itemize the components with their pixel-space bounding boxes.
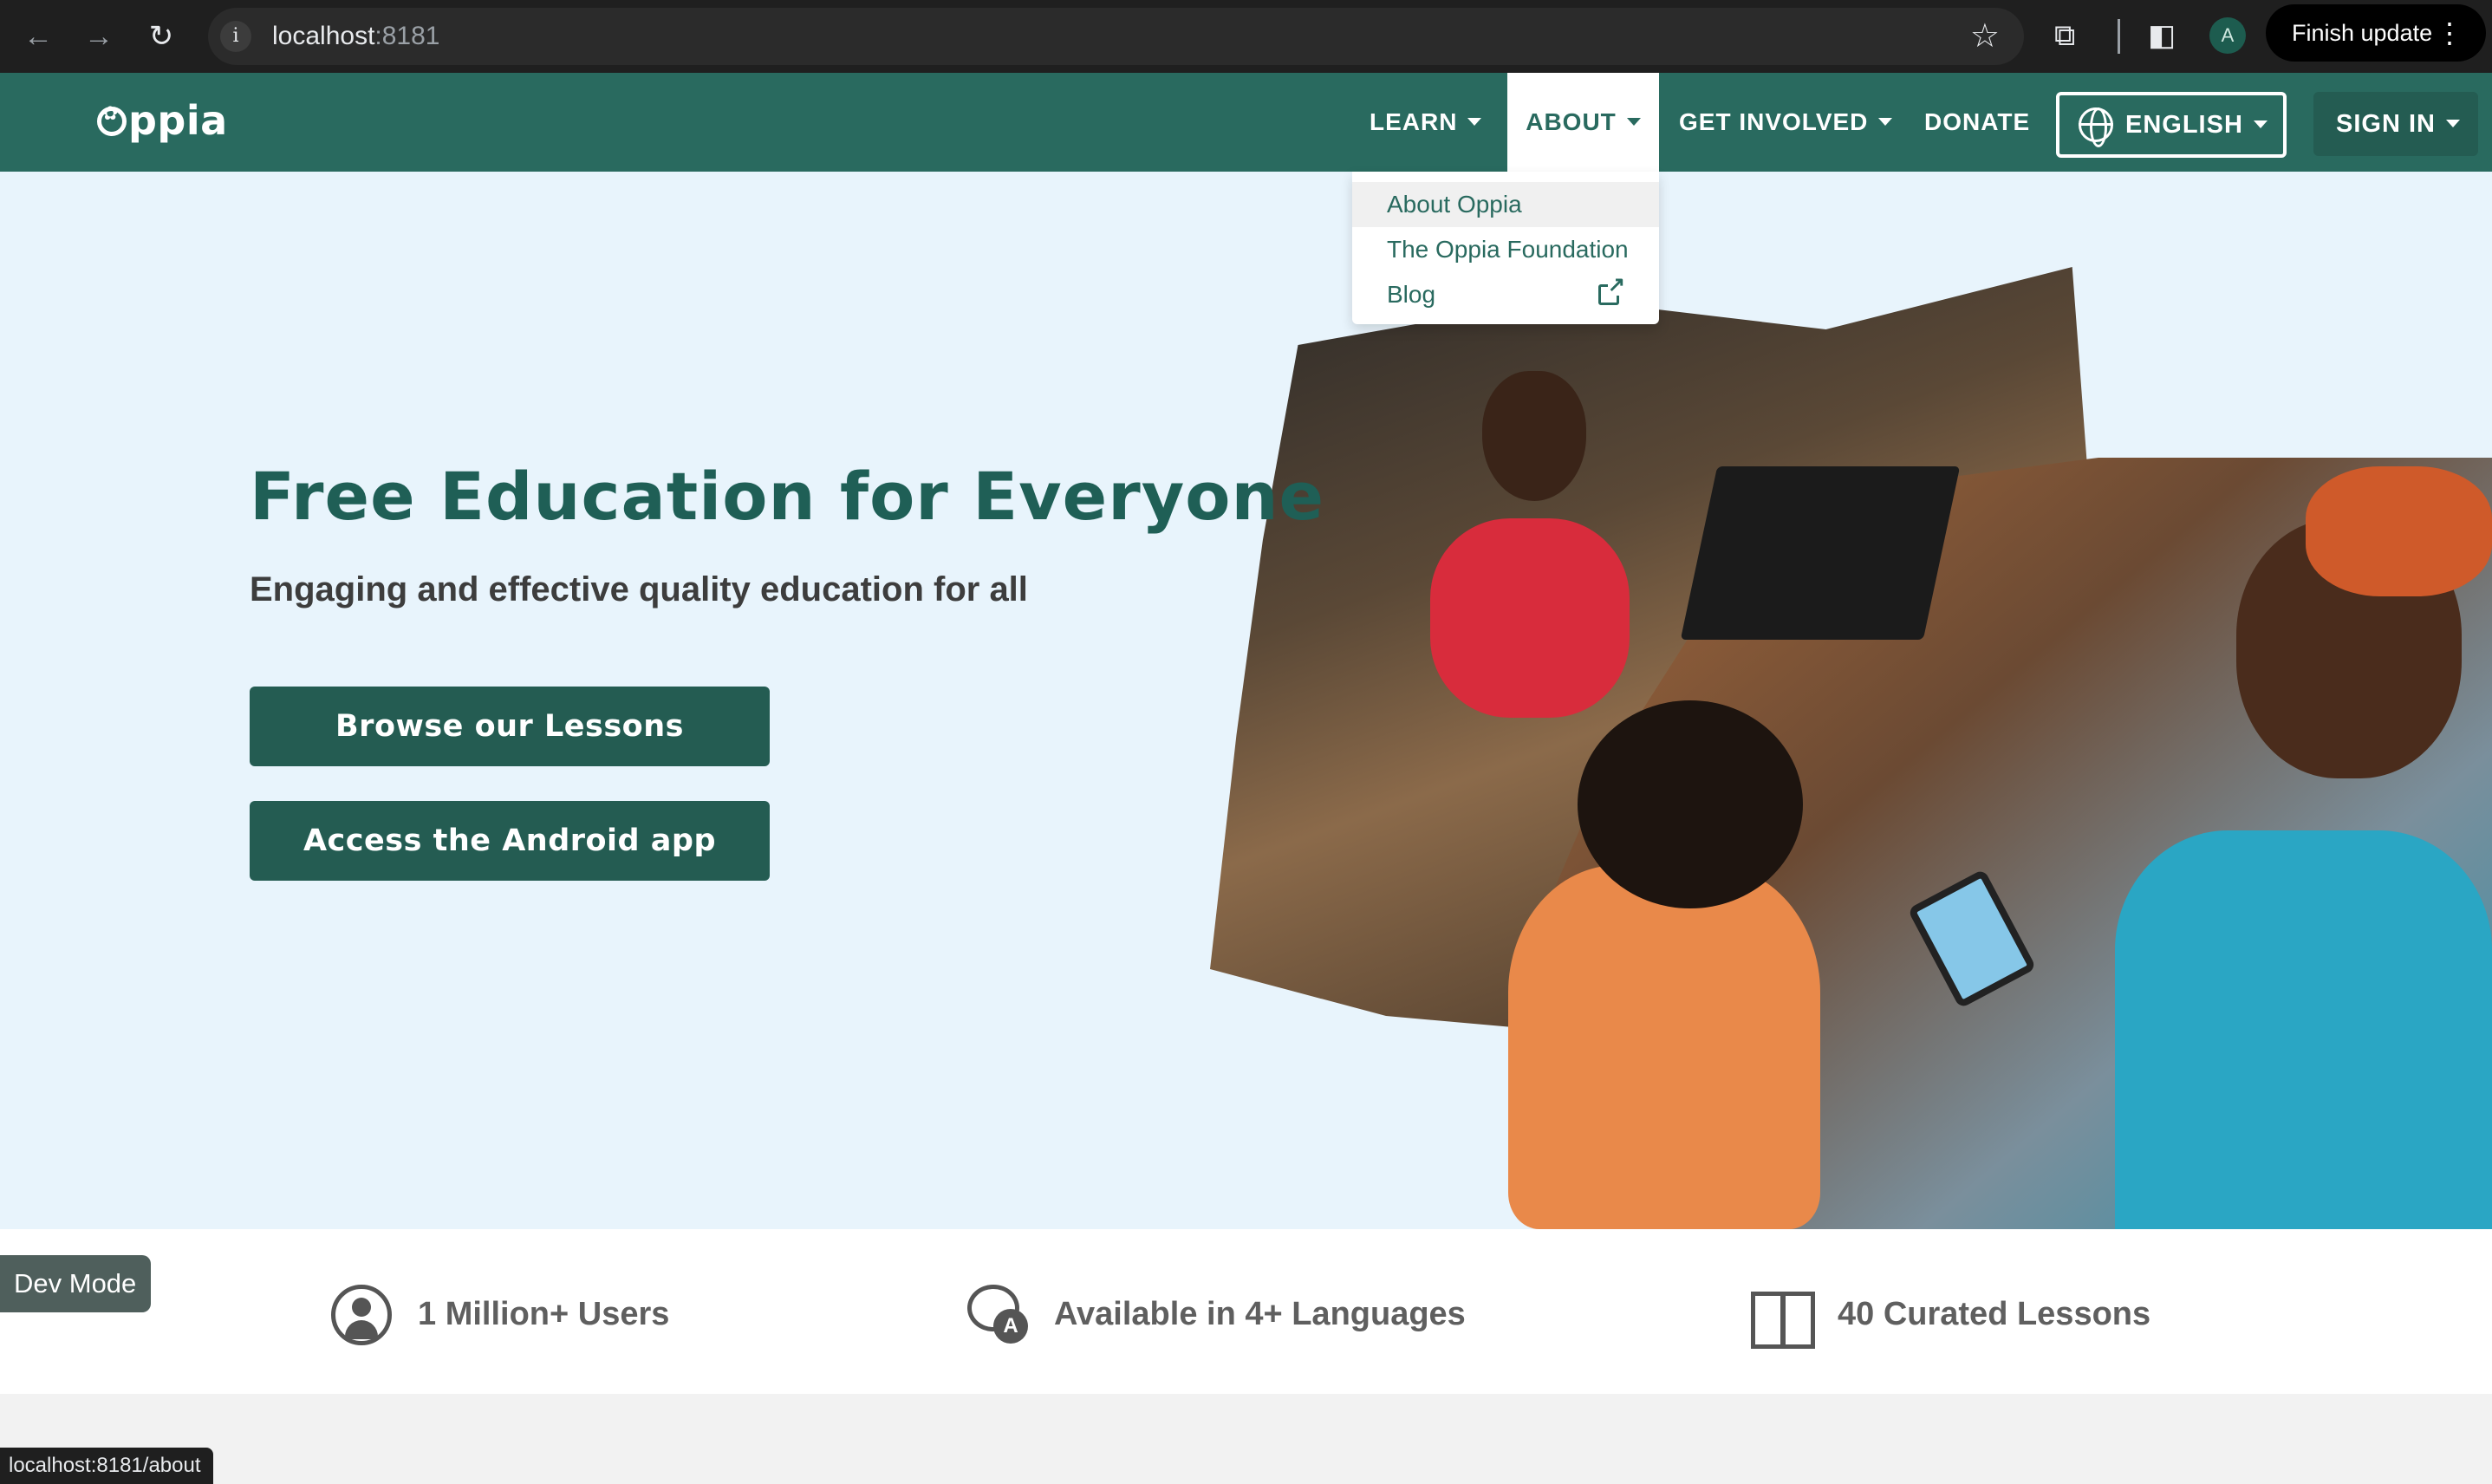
- user-circle-icon: [331, 1285, 392, 1345]
- laptop-image: [1680, 466, 1961, 640]
- address-bar[interactable]: i localhost:8181 ☆: [208, 8, 2024, 65]
- caret-down-icon: [2445, 120, 2460, 127]
- stats-band: 1 Million+ Users Available in 4+ Languag…: [0, 1229, 2492, 1394]
- hero-section: Free Education for Everyone Engaging and…: [0, 172, 2492, 1229]
- url-text[interactable]: localhost:8181: [272, 21, 439, 52]
- girl-head: [1482, 371, 1586, 501]
- nav-about-label: ABOUT: [1526, 108, 1617, 135]
- finish-update-button[interactable]: Finish update ⋮: [2266, 4, 2486, 62]
- browser-toolbar: ← → ↻ i localhost:8181 ☆ ⧉ ◧ A Finish up…: [0, 0, 2492, 73]
- star-icon[interactable]: ☆: [1970, 16, 2000, 56]
- language-selector[interactable]: ENGLISH: [2056, 92, 2287, 158]
- nav-donate[interactable]: DONATE: [1924, 73, 2030, 172]
- open-book-icon: [1751, 1285, 1815, 1349]
- finish-update-label: Finish update: [2292, 20, 2433, 46]
- stat-languages-text: Available in 4+ Languages: [1054, 1296, 1466, 1332]
- menu-item-about-oppia[interactable]: About Oppia: [1352, 182, 1659, 227]
- sign-in-label: SIGN IN: [2336, 110, 2436, 138]
- nav-learn-label: LEARN: [1370, 108, 1458, 135]
- status-bar-url: localhost:8181/about: [0, 1448, 213, 1484]
- caret-down-icon: [2253, 120, 2268, 128]
- stat-lessons-text: 40 Curated Lessons: [1838, 1296, 2151, 1332]
- site-info-icon[interactable]: i: [220, 21, 251, 52]
- nav-get-involved-label: GET INVOLVED: [1679, 108, 1869, 135]
- nav-donate-label: DONATE: [1924, 108, 2031, 135]
- next-section: [0, 1394, 2492, 1484]
- woman-headscarf: [2306, 466, 2492, 596]
- stat-users-text: 1 Million+ Users: [418, 1296, 670, 1332]
- caret-down-icon: [1878, 118, 1893, 126]
- logo-text: ppia: [128, 97, 228, 144]
- kebab-menu-icon: ⋮: [2436, 17, 2463, 49]
- external-link-icon: [1598, 275, 1626, 305]
- forward-button[interactable]: →: [80, 17, 118, 55]
- oppia-logo[interactable]: ppia: [97, 97, 228, 144]
- woman-figure: [2115, 830, 2492, 1229]
- caret-down-icon: [1626, 118, 1641, 126]
- puzzle-icon[interactable]: ⧉: [2054, 16, 2075, 55]
- profile-avatar[interactable]: A: [2209, 17, 2246, 54]
- nav-get-involved[interactable]: GET INVOLVED: [1679, 73, 1893, 172]
- nav-about[interactable]: ABOUT: [1507, 73, 1659, 172]
- toolbar-divider: [2118, 19, 2120, 54]
- menu-item-blog-label: Blog: [1387, 281, 1436, 308]
- language-label: ENGLISH: [2125, 111, 2243, 139]
- side-panel-icon[interactable]: ◧: [2148, 16, 2176, 55]
- about-dropdown-menu: About Oppia The Oppia Foundation Blog: [1352, 172, 1659, 324]
- nav-learn[interactable]: LEARN: [1370, 73, 1482, 172]
- hero-title: Free Education for Everyone: [250, 458, 1325, 535]
- boy-figure: [1508, 865, 1820, 1229]
- android-app-button[interactable]: Access the Android app: [250, 801, 770, 881]
- reload-button[interactable]: ↻: [142, 17, 180, 55]
- oppia-logo-icon: [97, 103, 127, 136]
- caret-down-icon: [1467, 118, 1482, 126]
- menu-item-oppia-foundation[interactable]: The Oppia Foundation: [1352, 227, 1659, 272]
- site-navbar: ppia LEARN ABOUT GET INVOLVED DONATE ENG…: [0, 73, 2492, 172]
- dev-mode-badge: Dev Mode: [0, 1255, 151, 1312]
- globe-icon: [2079, 107, 2113, 147]
- browse-lessons-button[interactable]: Browse our Lessons: [250, 687, 770, 766]
- back-button[interactable]: ←: [19, 17, 57, 55]
- menu-item-blog[interactable]: Blog: [1352, 272, 1659, 317]
- languages-icon: [967, 1285, 1028, 1345]
- hero-subtitle: Engaging and effective quality education…: [250, 570, 1028, 609]
- boy-head: [1578, 700, 1803, 908]
- sign-in-button[interactable]: SIGN IN: [2313, 92, 2478, 156]
- girl-figure: [1430, 518, 1630, 718]
